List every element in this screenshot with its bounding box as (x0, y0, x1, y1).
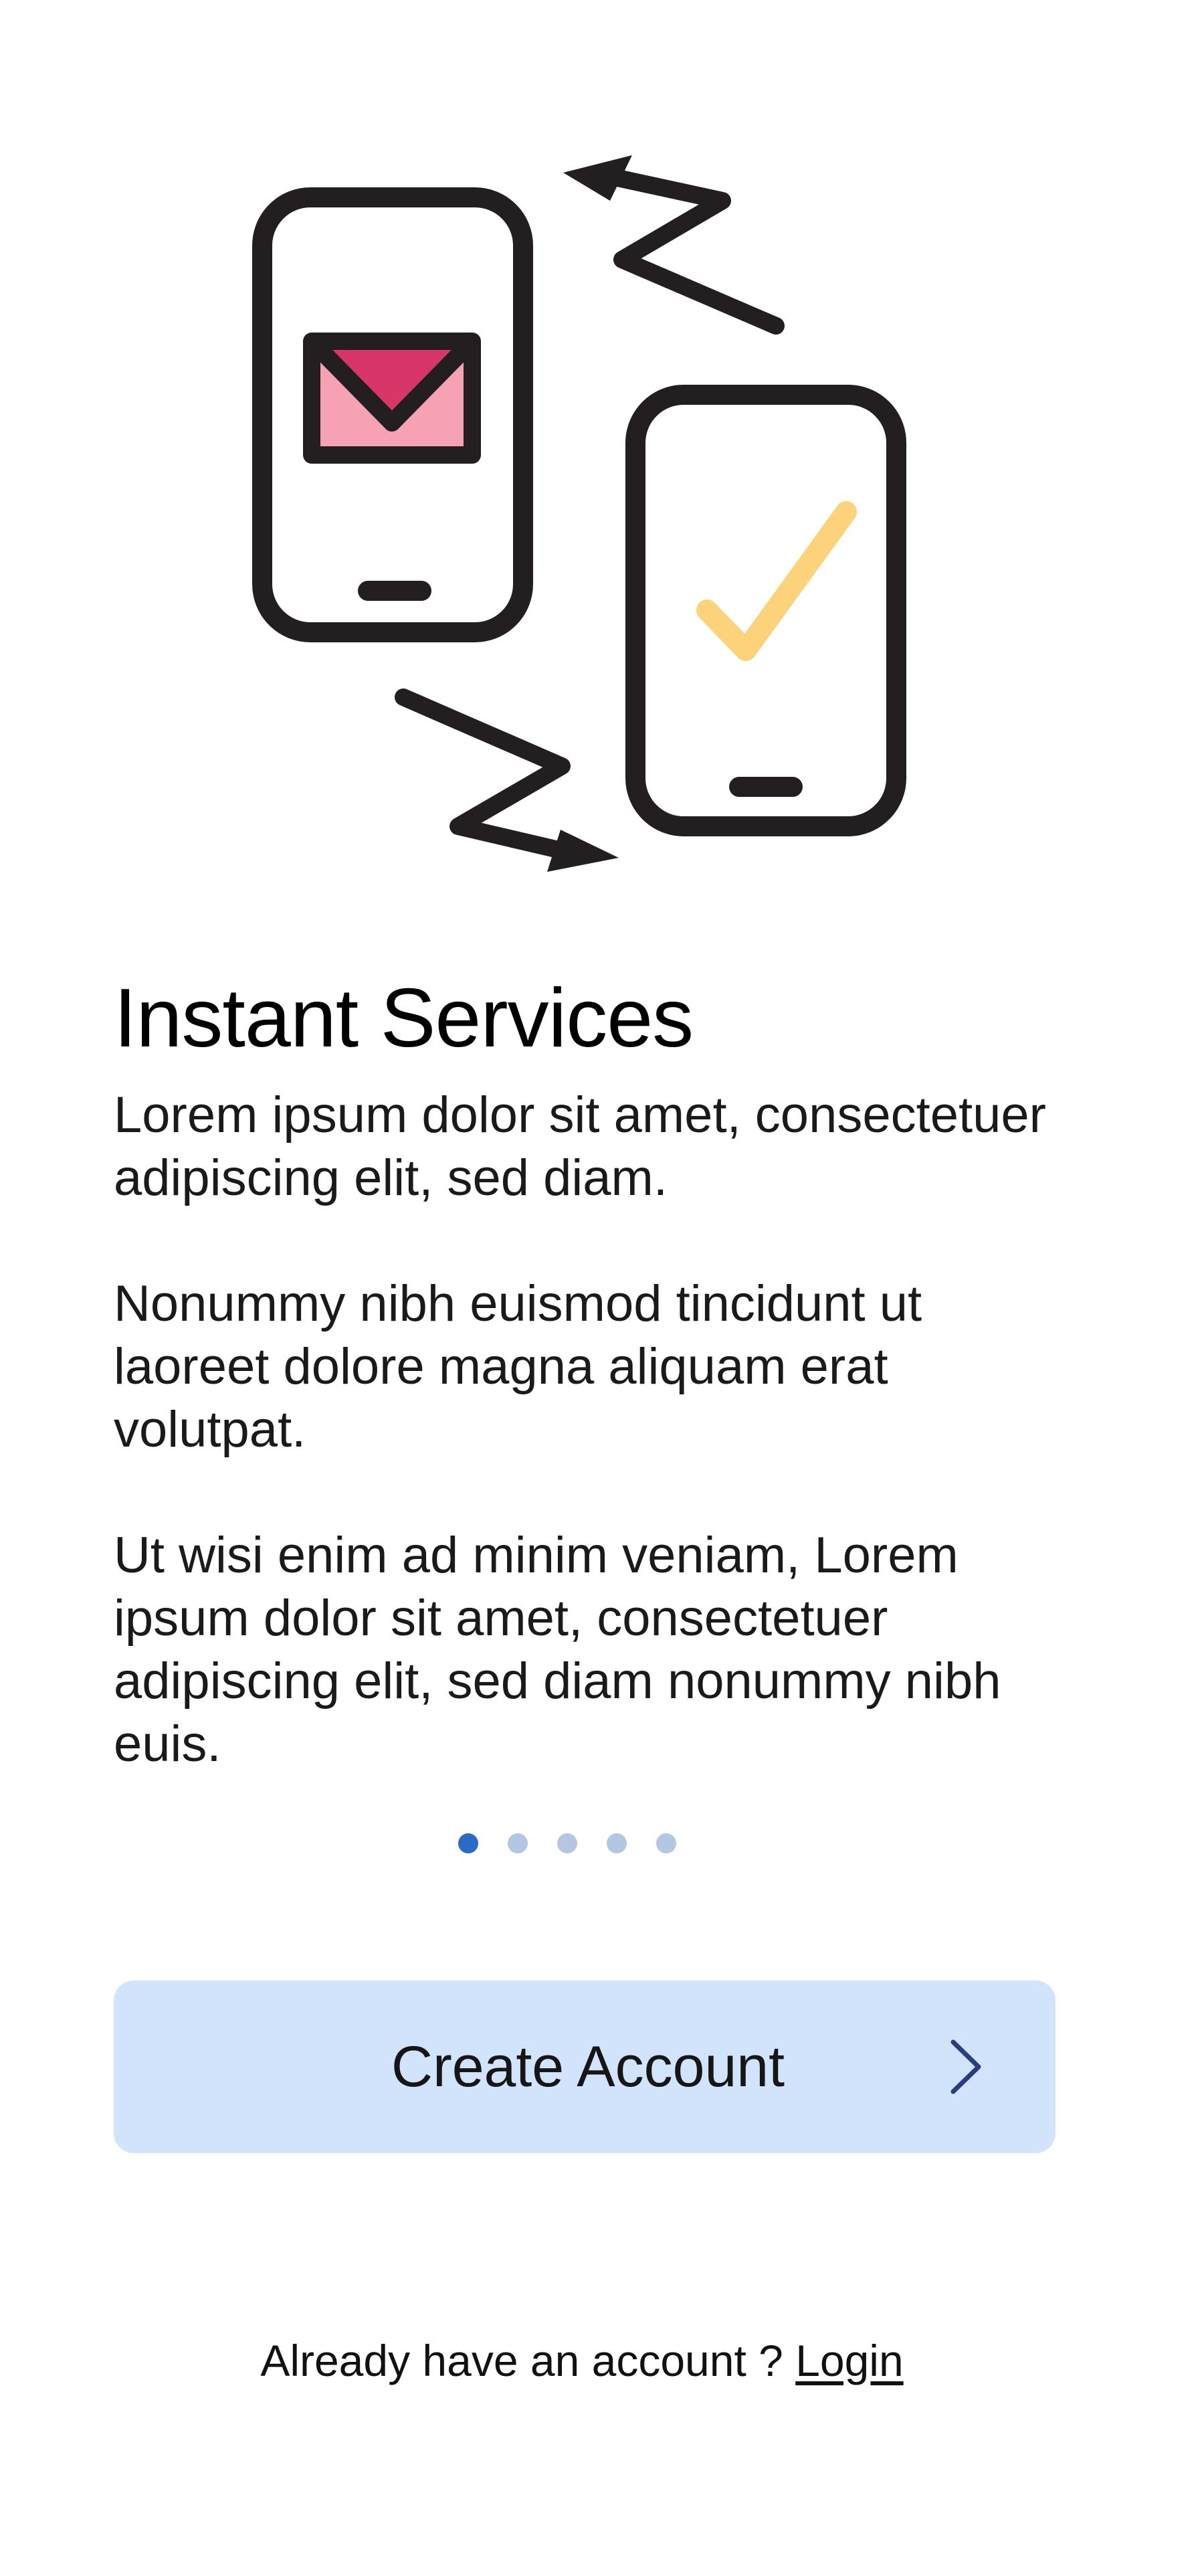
signal-bolt-icon (563, 155, 785, 335)
pagination-dot-2[interactable] (508, 1833, 528, 1853)
description-paragraph: Ut wisi enim ad minim veniam, Lorem ipsu… (114, 1527, 1001, 1772)
mail-icon (303, 333, 481, 464)
signal-bolt-icon (395, 688, 619, 872)
description: Lorem ipsum dolor sit amet, consectetuer… (114, 1084, 1090, 1776)
login-prompt-text: Already have an account ? (260, 2336, 796, 2385)
create-account-button[interactable]: Create Account (114, 1981, 1056, 2153)
pagination-dot-3[interactable] (557, 1833, 577, 1853)
page-title: Instant Services (114, 972, 694, 1065)
pagination-dot-4[interactable] (607, 1833, 627, 1853)
login-link[interactable]: Login (795, 2336, 904, 2385)
pagination-dots (0, 1833, 1169, 1853)
pagination-dot-5[interactable] (656, 1833, 676, 1853)
phones-illustration (252, 155, 906, 872)
login-prompt: Already have an account ? Login (0, 2335, 1184, 2386)
pagination-dot-1[interactable] (458, 1833, 478, 1853)
description-paragraph: Nonummy nibh euismod tincidunt ut laoree… (114, 1275, 922, 1458)
description-paragraph: Lorem ipsum dolor sit amet, consectetuer… (114, 1087, 1046, 1206)
hero-illustration (237, 154, 933, 877)
create-account-label: Create Account (391, 2034, 785, 2099)
chevron-right-icon (950, 2039, 981, 2094)
